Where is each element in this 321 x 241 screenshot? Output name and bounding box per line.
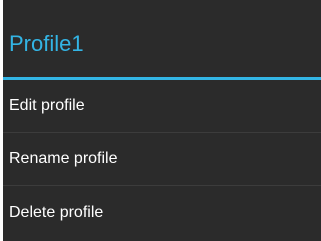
edit-profile-item[interactable]: Edit profile (3, 80, 321, 133)
delete-profile-item[interactable]: Delete profile (3, 186, 321, 239)
profile-options-dialog: Profile1 Edit profile Rename profile Del… (3, 0, 321, 241)
menu-list: Edit profile Rename profile Delete profi… (3, 80, 321, 239)
dialog-title: Profile1 (9, 31, 84, 56)
rename-profile-item[interactable]: Rename profile (3, 133, 321, 186)
